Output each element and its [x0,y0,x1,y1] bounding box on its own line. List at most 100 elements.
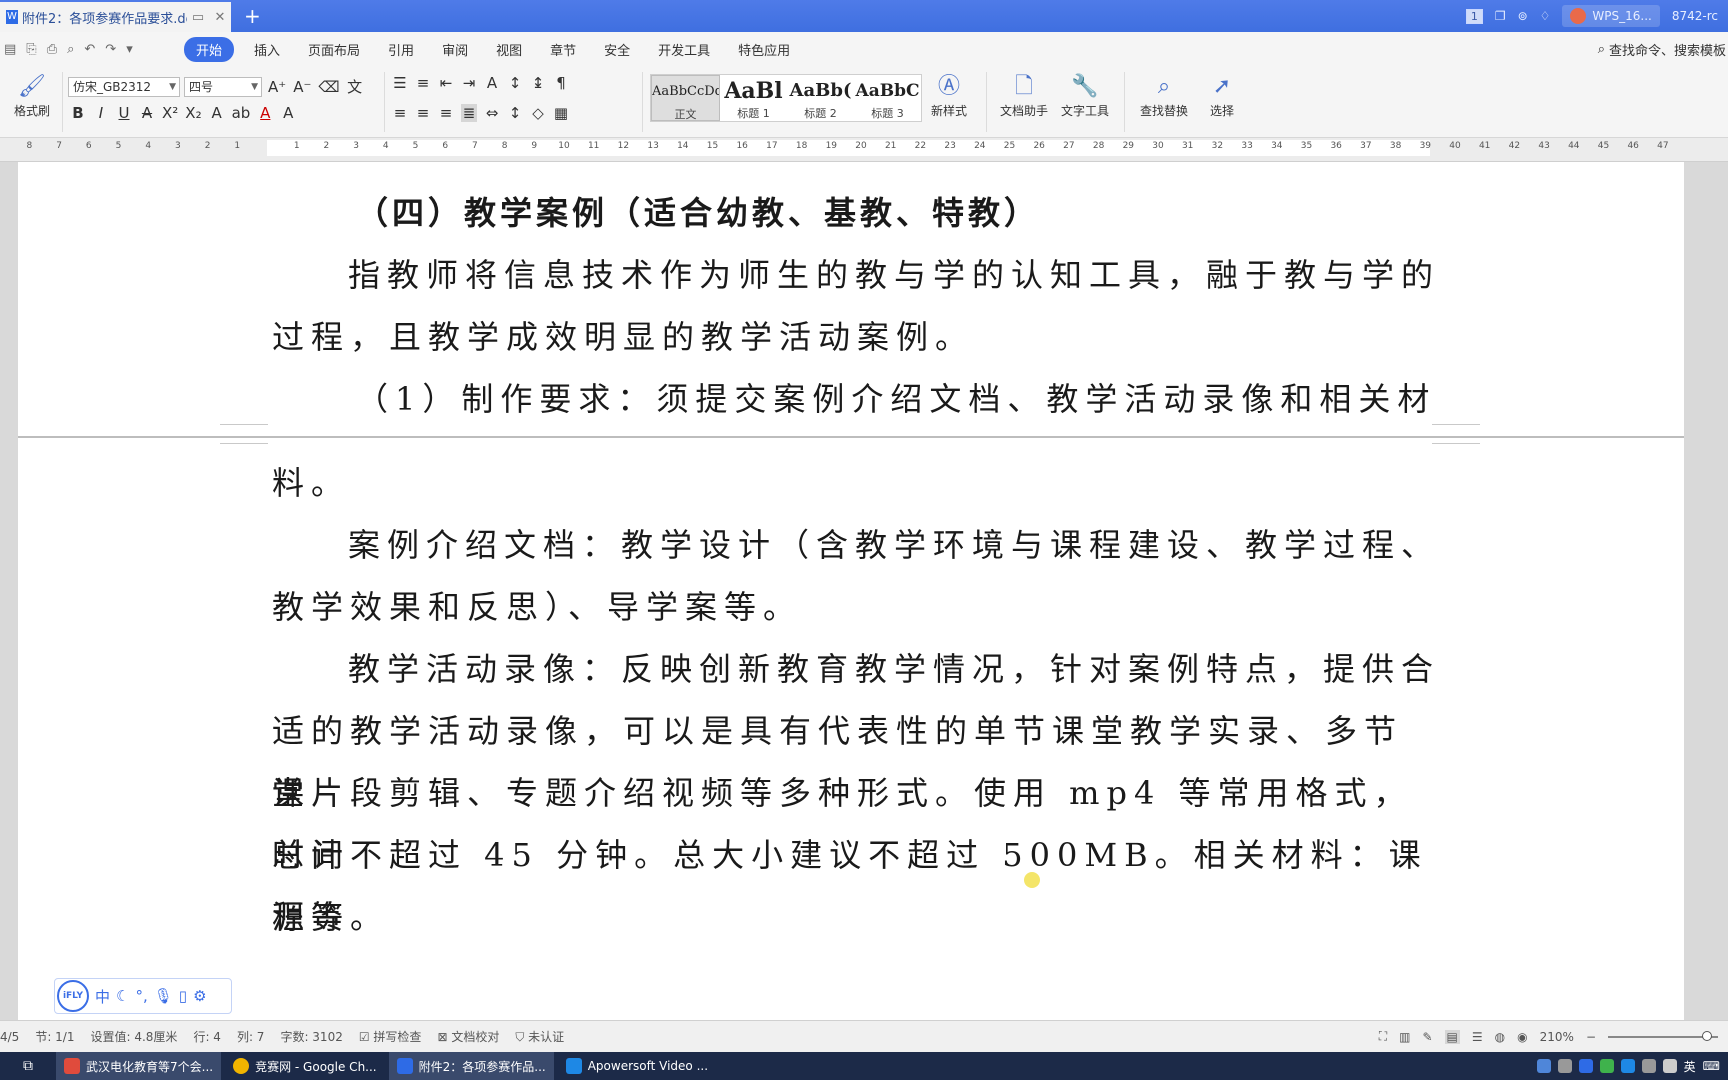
redo-icon[interactable]: ↷ [105,42,116,57]
style-heading-1[interactable]: AaBl 标题 1 [720,75,787,121]
justify-icon[interactable]: ≣ [461,104,477,122]
monitor-icon[interactable]: ▭ [187,10,209,25]
window-list-icon[interactable]: ❐ [1495,9,1506,23]
document-tab[interactable]: W 附件2：各项参赛作品要求.docx ▭ ✕ [0,2,231,32]
line-spacing-icon[interactable]: ↨ [530,74,546,92]
tray-app-icon[interactable] [1578,1059,1593,1073]
menu-references[interactable]: 引用 [374,40,428,59]
menu-chapter[interactable]: 章节 [536,40,590,59]
output-icon[interactable]: ⎘ [26,42,36,57]
close-tab-icon[interactable]: ✕ [209,10,231,25]
menu-security[interactable]: 安全 [590,40,644,59]
auth-status[interactable]: ⛉ 未认证 [515,1028,564,1045]
spell-check-button[interactable]: ☑ 拼写检查 [359,1028,422,1045]
align-center-icon[interactable]: ≡ [415,104,431,122]
new-style-button[interactable]: Ⓐ 新样式 [926,72,972,119]
doc-proof-button[interactable]: ⊠ 文档校对 [437,1028,499,1045]
menu-view[interactable]: 视图 [482,40,536,59]
underline-icon[interactable]: U [116,104,132,122]
shading-icon[interactable]: ◇ [530,104,546,122]
char-shading-icon[interactable]: A [280,104,296,122]
print-preview-icon[interactable]: ⌕ [67,42,74,57]
style-normal[interactable]: AaBbCcDd 正文 [651,75,720,121]
increase-indent-icon[interactable]: ⇥ [461,74,477,92]
skin-icon[interactable]: ♢ [1540,9,1551,23]
taskbar-item-wechat[interactable]: 武汉电化教育等7个会... [56,1052,222,1080]
ifly-logo[interactable]: iFLY [57,980,89,1012]
tray-app-icon[interactable] [1536,1059,1551,1073]
gear-icon[interactable]: ⚙ [193,987,206,1005]
subscript-icon[interactable]: X₂ [185,104,201,122]
spacing-icon[interactable]: ↕ [507,104,523,122]
paragraph-line[interactable]: 教学效果和反思）、导学案等。 [272,576,1432,638]
paragraph-line[interactable]: 过程，且教学成效明显的教学活动案例。 [272,306,1432,368]
zoom-level[interactable]: 210% [1540,1030,1574,1044]
align-right-icon[interactable]: ≡ [438,104,454,122]
doc-assistant-button[interactable]: 🗋 文档助手 [996,72,1052,119]
clear-format-icon[interactable]: ⌫ [318,78,339,96]
printer-icon[interactable] [1557,1059,1572,1073]
menu-developer[interactable]: 开发工具 [644,40,724,59]
font-size-field[interactable]: 四号 ▼ [184,77,262,97]
align-left-icon[interactable]: ≡ [392,104,408,122]
undo-icon[interactable]: ↶ [84,42,95,57]
menu-review[interactable]: 审阅 [428,40,482,59]
reading-mode-icon[interactable]: ▥ [1399,1030,1410,1044]
ime-mode[interactable]: 中 [95,986,110,1007]
page-view-icon[interactable]: ▤ [1444,1029,1460,1044]
fullscreen-icon[interactable]: ⛶ [1379,1029,1387,1044]
select-button[interactable]: ➚ 选择 [1200,72,1244,119]
save-icon[interactable]: ▤ [4,42,16,57]
show-marks-icon[interactable]: ¶ [553,74,569,92]
task-view-icon[interactable]: ⧉ [0,1052,56,1080]
decrease-indent-icon[interactable]: ⇤ [438,74,454,92]
paragraph-line[interactable]: 案例介绍文档：教学设计（含教学环境与课程建设、教学过程、 [348,514,1508,576]
border-icon[interactable]: ▦ [553,104,569,122]
highlight-icon[interactable]: ab [232,104,251,122]
network-icon[interactable] [1641,1059,1656,1073]
number-list-icon[interactable]: ≡ [415,74,431,92]
input-toggle-icon[interactable]: ⌨ [1703,1059,1720,1073]
find-replace-button[interactable]: ⌕ 查找替换 [1134,72,1194,119]
taskbar-item-wps[interactable]: 附件2：各项参赛作品... [388,1052,554,1080]
bullet-list-icon[interactable]: ☰ [392,74,408,92]
bluetooth-icon[interactable] [1620,1059,1635,1073]
text-effect-icon[interactable]: A [209,104,225,122]
zoom-slider-knob[interactable] [1702,1030,1712,1041]
distribute-icon[interactable]: ⇔ [484,104,500,122]
zoom-slider[interactable] [1608,1030,1718,1041]
shrink-font-icon[interactable]: A⁻ [293,78,311,96]
style-heading-3[interactable]: AaBbC 标题 3 [854,75,921,121]
microphone-icon[interactable]: 🎙 [154,987,173,1005]
paragraph-line[interactable]: （1）制作要求：须提交案例介绍文档、教学活动录像和相关材 [356,368,1516,430]
paragraph-line[interactable]: 指教师将信息技术作为师生的教与学的认知工具，融于教与学的 [348,244,1508,306]
taskbar-item-chrome[interactable]: 竞赛网 - Google Ch... [225,1052,385,1080]
format-painter-button[interactable]: 🖌 格式刷 [8,72,56,119]
print-icon[interactable]: ⎙ [47,42,57,57]
word-count[interactable]: 字数: 3102 [280,1028,342,1045]
wechat-icon[interactable] [1599,1059,1614,1073]
grow-font-icon[interactable]: A⁺ [268,78,286,96]
zoom-out-icon[interactable]: − [1586,1030,1596,1044]
taskbar-item-apowersoft[interactable]: Apowersoft Video ... [558,1052,716,1080]
menu-page-layout[interactable]: 页面布局 [294,40,374,59]
font-name-field[interactable]: 仿宋_GB2312 ▼ [68,77,180,97]
menu-home[interactable]: 开始 [184,36,235,62]
paragraph-line[interactable]: 源等。 [272,886,1432,948]
paragraph-line[interactable]: 料。 [272,452,1432,514]
ime-indicator[interactable]: 英 [1684,1058,1696,1075]
command-search[interactable]: ⌕ 查找命令、搜索模板 [1598,40,1728,59]
section-heading[interactable]: （四）教学案例（适合幼教、基教、特教） [356,182,1516,244]
strikethrough-icon[interactable]: A [139,104,155,122]
menu-special[interactable]: 特色应用 [724,40,804,59]
page-indicator[interactable]: 4/5 [0,1030,19,1044]
text-tools-button[interactable]: 🔧 文字工具 [1056,72,1114,119]
keyboard-icon[interactable]: ▯ [179,987,187,1005]
punctuation-icon[interactable]: °, [135,987,147,1005]
ruler[interactable]: 8 7 6 5 4 3 2 1 1 2 3 4 5 6 7 8 9 10 11 12 13 14 15 16 17 18 19 20 2… [0,138,1728,162]
account-box[interactable]: WPS_16... [1562,5,1660,27]
superscript-icon[interactable]: X² [162,104,178,122]
outline-view-icon[interactable]: ☰ [1472,1030,1483,1044]
chinese-layout-icon[interactable]: A [484,74,500,92]
moon-icon[interactable]: ☾ [116,987,129,1005]
